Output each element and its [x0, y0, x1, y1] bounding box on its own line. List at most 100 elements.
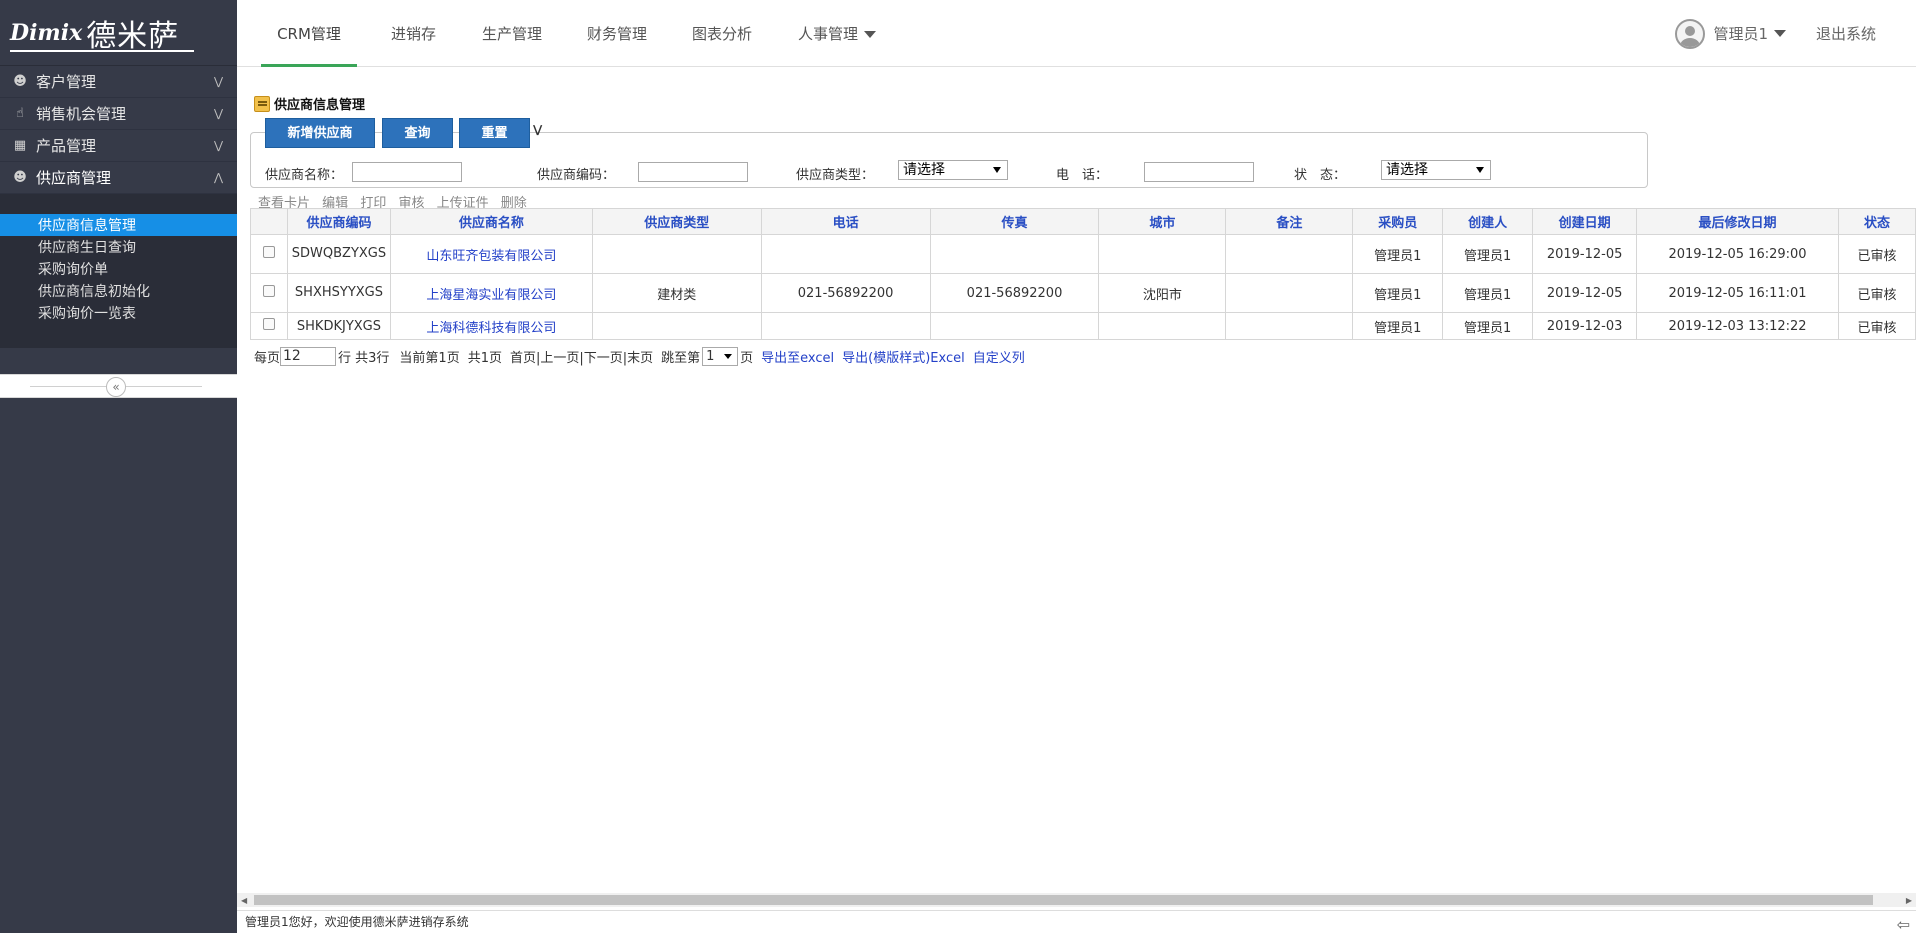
caret-down-icon[interactable]: [1773, 30, 1786, 37]
row-checkbox[interactable]: [262, 318, 275, 330]
supplier-code-input[interactable]: [638, 162, 748, 182]
user-name[interactable]: 管理员1: [1713, 23, 1768, 44]
row-checkbox[interactable]: [262, 246, 275, 258]
export-excel-link[interactable]: 导出至excel: [761, 347, 834, 366]
select-arrow-icon: [993, 167, 1001, 173]
jump-label: 跳至第: [661, 351, 701, 366]
column-header[interactable]: 电话: [760, 208, 931, 235]
query-button[interactable]: 查询: [382, 118, 453, 148]
cell-name-link[interactable]: 山东旺齐包装有限公司: [389, 234, 593, 274]
reset-button[interactable]: 重置: [459, 118, 530, 148]
tab-finance[interactable]: 财务管理: [587, 0, 647, 67]
logout-button[interactable]: 退出系统: [1816, 23, 1876, 44]
sidebar-item-supplier-info[interactable]: 供应商信息管理: [0, 214, 237, 236]
chevron-down-icon: ⋁: [213, 139, 223, 152]
column-header[interactable]: 状态: [1837, 208, 1916, 235]
horizontal-scrollbar[interactable]: ◀ ▶: [237, 893, 1916, 907]
sidebar-item-inquiry-list[interactable]: 采购询价一览表: [0, 302, 237, 324]
sidebar-group-supplier[interactable]: ☻ 供应商管理 ⋀: [0, 162, 237, 194]
tab-inventory[interactable]: 进销存: [391, 0, 436, 67]
column-header[interactable]: 最后修改日期: [1636, 208, 1839, 235]
cell-phone: [760, 312, 931, 340]
status-select[interactable]: 请选择: [1381, 160, 1491, 180]
logo-brand: Dimix: [10, 19, 83, 46]
sidebar-submenu: 供应商信息管理 供应商生日查询 采购询价单 供应商信息初始化 采购询价一览表: [0, 194, 237, 348]
cell-remark: [1225, 273, 1354, 313]
cell-name-link[interactable]: 上海星海实业有限公司: [389, 273, 593, 313]
top-nav: CRM管理 进销存 生产管理 财务管理 图表分析 人事管理 管理员1 退出系统: [237, 0, 1916, 67]
column-header[interactable]: 城市: [1098, 208, 1227, 235]
supplier-type-label: 供应商类型：: [796, 168, 875, 183]
tab-production[interactable]: 生产管理: [482, 0, 542, 67]
sidebar-group-product[interactable]: ▦ 产品管理 ⋁: [0, 130, 237, 162]
scroll-right-icon[interactable]: ▶: [1906, 896, 1912, 905]
cell-fax: [929, 234, 1100, 274]
supplier-name-input[interactable]: [352, 162, 462, 182]
add-supplier-button[interactable]: 新增供应商: [265, 118, 375, 148]
page-suffix: 页: [740, 351, 754, 366]
cell-buyer: 管理员1: [1352, 234, 1444, 274]
status-bar: 管理员1您好，欢迎使用德米萨进销存系统 ⇦: [237, 910, 1916, 933]
cell-remark: [1225, 312, 1354, 340]
phone-input[interactable]: [1144, 162, 1254, 182]
custom-columns-link[interactable]: 自定义列: [973, 347, 1025, 366]
column-header[interactable]: 供应商名称: [389, 208, 593, 235]
supplier-type-value: 请选择: [903, 162, 945, 178]
sidebar-group-label: 供应商管理: [36, 169, 112, 187]
supplier-code-label: 供应商编码：: [537, 168, 616, 183]
table-row[interactable]: SHKDKJYXGS 上海科德科技有限公司 管理员1 管理员1 2019-12-…: [250, 312, 1916, 340]
table-row[interactable]: SHXHSYYXGS 上海星海实业有限公司 建材类 021-56892200 0…: [250, 273, 1916, 313]
sidebar-group-label: 客户管理: [36, 73, 97, 91]
main-content: 供应商信息管理 新增供应商 查询 重置 ⋁ 供应商名称： 供应商编码： 供应商类…: [237, 68, 1916, 933]
column-header[interactable]: 创建人: [1442, 208, 1534, 235]
sidebar-item-supplier-init[interactable]: 供应商信息初始化: [0, 280, 237, 302]
sidebar-group-sales[interactable]: ☝ 销售机会管理 ⋁: [0, 98, 237, 130]
sidebar-group-customer[interactable]: ☻ 客户管理 ⋁: [0, 66, 237, 98]
status-label: 状 态：: [1294, 168, 1347, 183]
cell-name-link[interactable]: 上海科德科技有限公司: [389, 312, 593, 340]
scroll-left-icon[interactable]: ◀: [241, 896, 247, 905]
cell-buyer: 管理员1: [1352, 312, 1444, 340]
tab-hr-label: 人事管理: [798, 25, 859, 43]
collapse-sidebar-icon[interactable]: «: [106, 377, 126, 397]
caret-down-icon: [864, 31, 877, 38]
cell-status: 已审核: [1837, 312, 1916, 340]
per-page-input[interactable]: 12: [280, 347, 337, 366]
cell-type: [591, 312, 762, 340]
export-template-excel-link[interactable]: 导出(模版样式)Excel: [842, 347, 965, 366]
sidebar: Dimix 德米萨 ☻ 客户管理 ⋁ ☝ 销售机会管理 ⋁ ▦ 产品管理 ⋁ ☻…: [0, 0, 237, 933]
thumbs-up-icon: ☝: [16, 106, 24, 121]
scrollbar-thumb[interactable]: [254, 895, 1873, 905]
avatar[interactable]: [1675, 18, 1706, 49]
cell-code: SHKDKJYXGS: [286, 312, 391, 340]
tab-crm[interactable]: CRM管理: [261, 0, 357, 67]
column-header[interactable]: 供应商类型: [591, 208, 762, 235]
per-page-label: 每页: [254, 351, 281, 366]
page-nav-links[interactable]: 首页|上一页|下一页|末页: [510, 347, 653, 366]
page-title: 供应商信息管理: [254, 94, 365, 113]
row-checkbox[interactable]: [262, 285, 275, 297]
cell-phone: [760, 234, 931, 274]
cell-created-date: 2019-12-03: [1532, 312, 1638, 340]
tab-hr[interactable]: 人事管理: [798, 0, 877, 67]
column-header[interactable]: 创建日期: [1532, 208, 1638, 235]
cell-city: 沈阳市: [1098, 273, 1227, 313]
cell-status: 已审核: [1837, 234, 1916, 274]
column-header[interactable]: 传真: [929, 208, 1100, 235]
total-rows-text: 行 共3行: [338, 351, 390, 366]
cell-status: 已审核: [1837, 273, 1916, 313]
sidebar-item-purchase-inquiry[interactable]: 采购询价单: [0, 258, 237, 280]
chevron-down-icon: ⋁: [213, 75, 223, 88]
column-header[interactable]: 备注: [1225, 208, 1354, 235]
chevron-up-icon: ⋀: [213, 171, 223, 184]
sidebar-item-supplier-birthday[interactable]: 供应商生日查询: [0, 236, 237, 258]
supplier-type-select[interactable]: 请选择: [898, 160, 1008, 180]
jump-page-select[interactable]: 1: [702, 347, 739, 366]
tab-charts[interactable]: 图表分析: [692, 0, 752, 67]
cell-city: [1098, 312, 1227, 340]
table-row[interactable]: SDWQBZYXGS 山东旺齐包装有限公司 管理员1 管理员1 2019-12-…: [250, 234, 1916, 274]
back-arrow-icon[interactable]: ⇦: [1897, 913, 1910, 933]
column-header[interactable]: 供应商编码: [286, 208, 391, 235]
column-header[interactable]: 采购员: [1352, 208, 1444, 235]
expand-icon[interactable]: ⋁: [533, 123, 542, 136]
